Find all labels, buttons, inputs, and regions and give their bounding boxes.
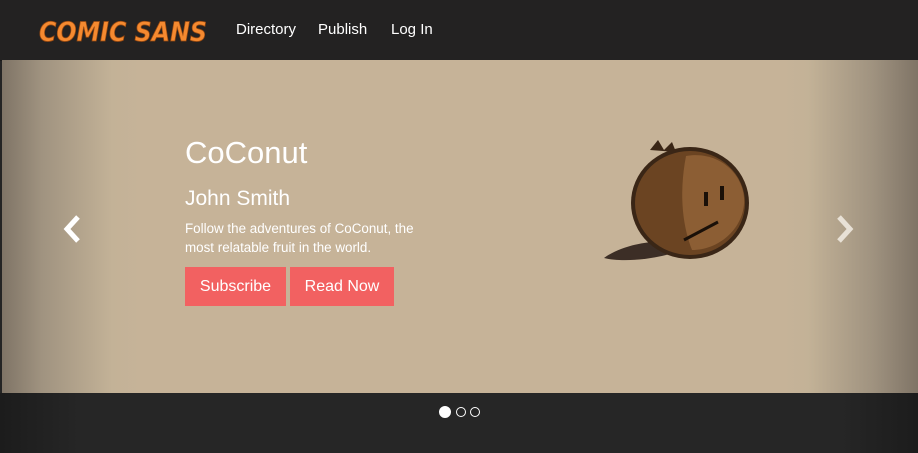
carousel-next-button[interactable] — [835, 214, 855, 244]
indicator-dot-1[interactable] — [439, 406, 451, 418]
indicator-dot-3[interactable] — [470, 407, 480, 417]
slide-title: CoConut — [185, 135, 308, 170]
indicator-dot-2[interactable] — [456, 407, 466, 417]
chevron-right-icon — [837, 215, 854, 243]
featured-carousel: CoConut John Smith Follow the adventures… — [2, 60, 918, 393]
top-navbar: COMIC SANS Directory Publish Log In — [0, 0, 918, 61]
nav-login-link[interactable]: Log In — [391, 21, 433, 39]
carousel-indicator-bar — [0, 393, 918, 453]
svg-text:COMIC SANS: COMIC SANS — [39, 17, 207, 47]
read-now-button[interactable]: Read Now — [290, 267, 394, 306]
chevron-left-icon — [63, 215, 80, 243]
slide-description: Follow the adventures of CoConut, the mo… — [185, 221, 414, 255]
carousel-prev-button[interactable] — [62, 214, 82, 244]
slide-author: John Smith — [185, 187, 291, 210]
nav-directory-link[interactable]: Directory — [236, 21, 296, 39]
nav-publish-link[interactable]: Publish — [318, 21, 367, 39]
brand-logo[interactable]: COMIC SANS — [37, 13, 209, 47]
logo-icon: COMIC SANS — [39, 17, 208, 47]
subscribe-button[interactable]: Subscribe — [185, 267, 286, 306]
coconut-character-image — [600, 138, 754, 266]
